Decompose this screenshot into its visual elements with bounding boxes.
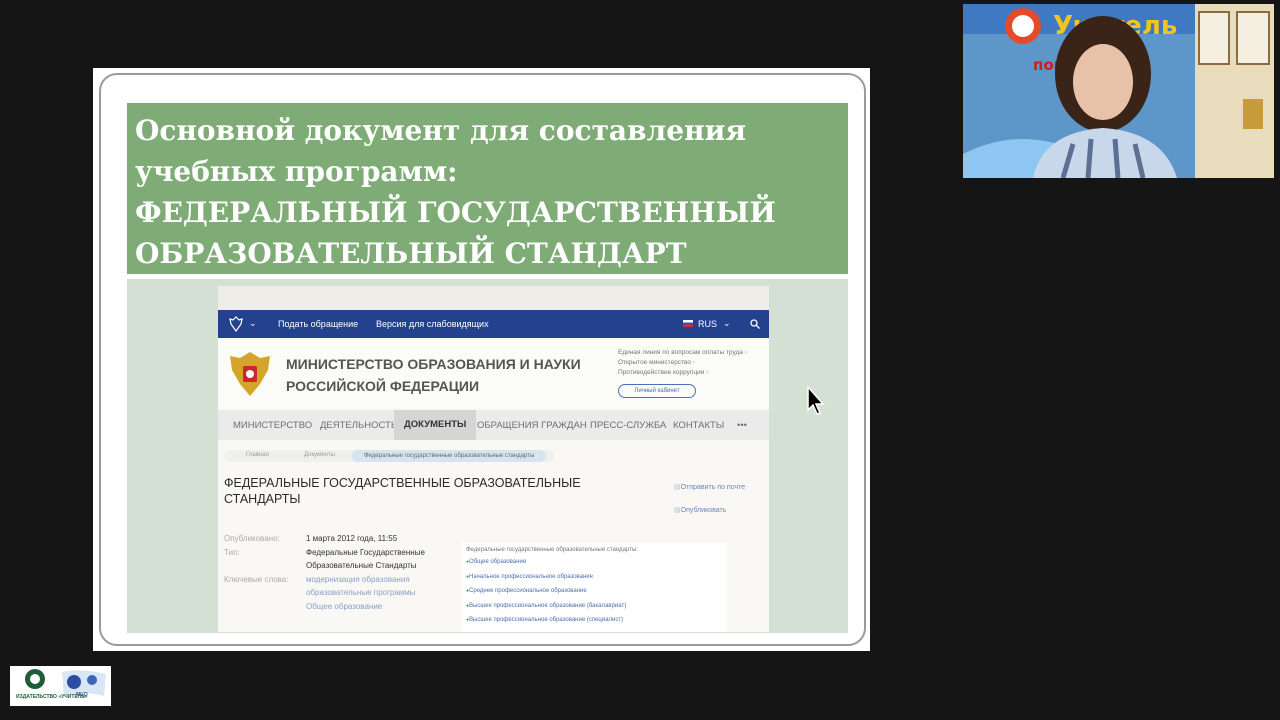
site-header: МИНИСТЕРСТВО ОБРАЗОВАНИЯ И НАУКИ РОССИЙС… bbox=[218, 338, 769, 408]
nav-item-documents: ДОКУМЕНТЫ bbox=[394, 410, 477, 440]
breadcrumb: Главная Документы Федеральные государств… bbox=[224, 450, 554, 462]
standards-list-item: Общее образование bbox=[466, 559, 727, 574]
meta-value: 1 марта 2012 года, 11:55 bbox=[306, 534, 398, 543]
quick-link: Противодействие коррупции bbox=[618, 368, 747, 378]
breadcrumb-item: Документы bbox=[304, 452, 335, 458]
page-title: ФЕДЕРАЛЬНЫЕ ГОСУДАРСТВЕННЫЕ ОБРАЗОВАТЕЛЬ… bbox=[224, 476, 581, 506]
send-by-mail-link: Отправить по почте bbox=[674, 476, 745, 499]
breadcrumb-item: Главная bbox=[246, 452, 269, 458]
nav-item-appeals: ОБРАЩЕНИЯ ГРАЖДАН bbox=[477, 420, 587, 431]
meta-label: Ключевые слова: bbox=[224, 574, 289, 584]
standards-list-item: Высшее профессиональное образование (спе… bbox=[466, 617, 727, 632]
standards-list: Федеральные государственные образователь… bbox=[462, 543, 727, 632]
ministry-name-line-2: РОССИЙСКОЙ ФЕДЕРАЦИИ bbox=[286, 378, 480, 394]
language-label: RUS bbox=[698, 319, 718, 329]
submit-appeal-link: Подать обращение bbox=[278, 319, 359, 329]
standards-list-item: Начальное профессиональное образование bbox=[466, 574, 727, 589]
share-links: Отправить по почте Опубликовать bbox=[674, 476, 745, 522]
search-icon bbox=[750, 319, 760, 329]
site-topbar: ⌄ Подать обращение Версия для слабовидящ… bbox=[218, 310, 769, 338]
title-line-4: ОБРАЗОВАТЕЛЬНЫЙ СТАНДАРТ bbox=[135, 237, 687, 270]
more-icon: ••• bbox=[737, 420, 747, 431]
standards-list-item: Высшее профессиональное образование (бак… bbox=[466, 603, 727, 618]
standards-list-heading: Федеральные государственные образователь… bbox=[466, 547, 638, 553]
nav-item-ministry: МИНИСТЕРСТВО bbox=[233, 420, 313, 431]
chevron-down-icon: ⌄ bbox=[249, 318, 257, 328]
slide-title: Основной документ для составления учебны… bbox=[127, 103, 848, 274]
document-meta: Опубликовано: 1 марта 2012 года, 11:55 Ти… bbox=[224, 532, 444, 613]
coat-of-arms-icon bbox=[230, 352, 270, 396]
keyword-link: модернизация образования bbox=[306, 574, 410, 584]
corner-logo: ИЗДАТЕЛЬСТВО «УЧИТЕЛЬ» МЦО bbox=[10, 666, 111, 706]
nav-item-press: ПРЕСС-СЛУЖБА bbox=[590, 420, 667, 431]
title-line-2: учебных программ: bbox=[135, 155, 458, 188]
keyword-link: Общее образование bbox=[306, 601, 383, 611]
meta-label: Тип: bbox=[224, 547, 240, 557]
title-line-1: Основной документ для составления bbox=[135, 114, 747, 147]
site-navigation: МИНИСТЕРСТВО ДЕЯТЕЛЬНОСТЬ ДОКУМЕНТЫ ОБРА… bbox=[218, 410, 769, 440]
title-line-3: ФЕДЕРАЛЬНЫЙ ГОСУДАРСТВЕННЫЙ bbox=[135, 196, 776, 229]
nav-item-contacts: КОНТАКТЫ bbox=[673, 420, 725, 431]
keyword-link: образовательные программы bbox=[306, 588, 416, 597]
meta-value: Федеральные Государственные bbox=[306, 547, 425, 557]
webcam-frame: Учитель повы bbox=[963, 4, 1274, 178]
mouse-cursor-icon bbox=[807, 386, 825, 415]
quick-link: Единая линия по вопросам оплаты труда bbox=[618, 348, 747, 358]
quick-links: Единая линия по вопросам оплаты труда От… bbox=[618, 348, 747, 378]
org-name: МЦО bbox=[76, 692, 88, 698]
standards-list-item: Среднее профессиональное образование bbox=[466, 588, 727, 603]
publisher-logo-icon bbox=[25, 669, 106, 696]
webcam-video: Учитель повы bbox=[963, 4, 1274, 178]
flag-icon bbox=[683, 320, 693, 327]
meta-label: Опубликовано: bbox=[224, 534, 280, 543]
coat-of-arms-small-icon bbox=[229, 316, 243, 332]
ministry-website-screenshot: ⌄ Подать обращение Версия для слабовидящ… bbox=[218, 286, 769, 632]
quick-link: Открытое министерство bbox=[618, 358, 747, 368]
publish-link: Опубликовать bbox=[674, 499, 745, 522]
breadcrumb-current: Федеральные государственные образователь… bbox=[352, 450, 547, 462]
personal-cabinet-button: Личный кабинет bbox=[618, 384, 696, 398]
ministry-name-line-1: МИНИСТЕРСТВО ОБРАЗОВАНИЯ И НАУКИ bbox=[286, 356, 581, 372]
site-top-strip bbox=[218, 286, 769, 310]
accessibility-link: Версия для слабовидящих bbox=[376, 319, 489, 329]
ministry-name: МИНИСТЕРСТВО ОБРАЗОВАНИЯ И НАУКИ РОССИЙС… bbox=[286, 353, 581, 397]
nav-item-activity: ДЕЯТЕЛЬНОСТЬ bbox=[320, 420, 398, 431]
chevron-down-icon: ⌄ bbox=[723, 318, 731, 328]
meta-value: Образовательные Стандарты bbox=[306, 561, 417, 570]
